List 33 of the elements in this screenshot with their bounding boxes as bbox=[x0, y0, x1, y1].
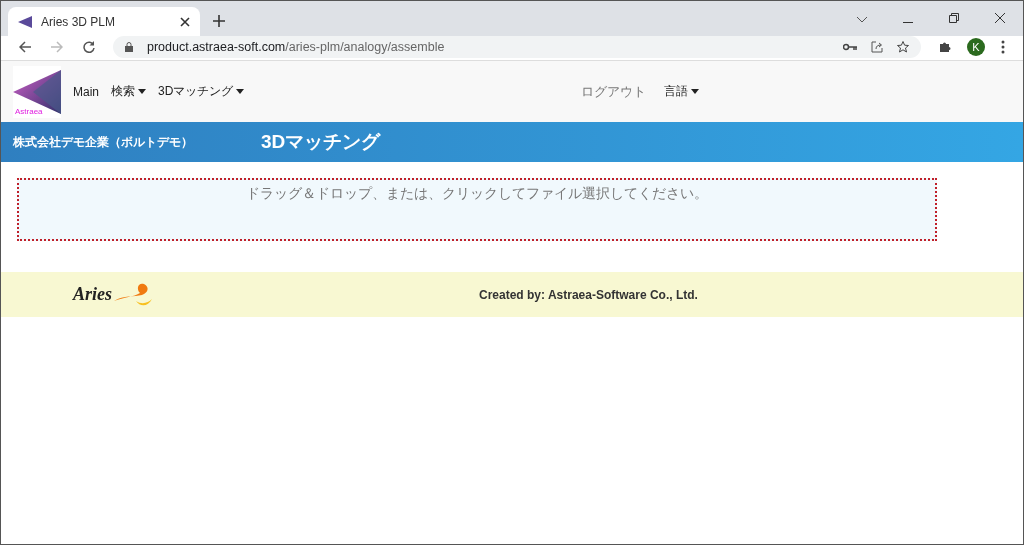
file-drop-zone[interactable]: ドラッグ＆ドロップ、または、クリックしてファイル選択してください。 bbox=[17, 178, 937, 241]
close-icon[interactable] bbox=[995, 13, 1005, 23]
avatar[interactable]: K bbox=[967, 38, 985, 56]
credit-text: Created by: Astraea-Software Co., Ltd. bbox=[479, 287, 698, 302]
restore-icon[interactable] bbox=[949, 13, 959, 23]
logo[interactable]: Astraea bbox=[13, 65, 61, 118]
nav-link[interactable]: ログアウト bbox=[575, 82, 653, 101]
nav-dropdown[interactable]: 言語 bbox=[658, 83, 706, 100]
tab-title: Aries 3D PLM bbox=[41, 14, 117, 29]
back-icon[interactable] bbox=[19, 41, 31, 53]
browser-tab[interactable]: Aries 3D PLM bbox=[8, 7, 200, 36]
url-host: product.astraea-soft.com bbox=[147, 40, 286, 54]
caret-icon bbox=[691, 89, 700, 94]
caret-icon bbox=[138, 89, 146, 94]
more-icon[interactable] bbox=[1001, 40, 1005, 54]
key-icon[interactable] bbox=[843, 43, 857, 51]
chevron-down-icon[interactable] bbox=[857, 17, 867, 23]
reload-icon[interactable] bbox=[83, 41, 95, 53]
aries-logo: Aries bbox=[73, 280, 169, 309]
nav-dropdown[interactable]: 検索 bbox=[105, 83, 152, 100]
star-icon[interactable] bbox=[897, 41, 909, 53]
puzzle-icon[interactable] bbox=[939, 41, 951, 53]
triangle-icon bbox=[18, 15, 32, 28]
company-name: 株式会社デモ企業（ボルトデモ） bbox=[13, 133, 194, 151]
page-title: 3Dマッチング bbox=[261, 130, 381, 154]
lock-icon bbox=[125, 42, 133, 52]
nav-link[interactable]: Main bbox=[67, 84, 105, 99]
nav-dropdown[interactable]: 3Dマッチング bbox=[152, 83, 251, 100]
close-icon[interactable] bbox=[180, 16, 190, 27]
plus-icon[interactable] bbox=[213, 15, 225, 27]
caret-icon bbox=[236, 89, 245, 94]
address-field[interactable]: product.astraea-soft.com/aries-plm/analogy/assemble bbox=[113, 36, 921, 58]
share-icon[interactable] bbox=[871, 41, 883, 53]
